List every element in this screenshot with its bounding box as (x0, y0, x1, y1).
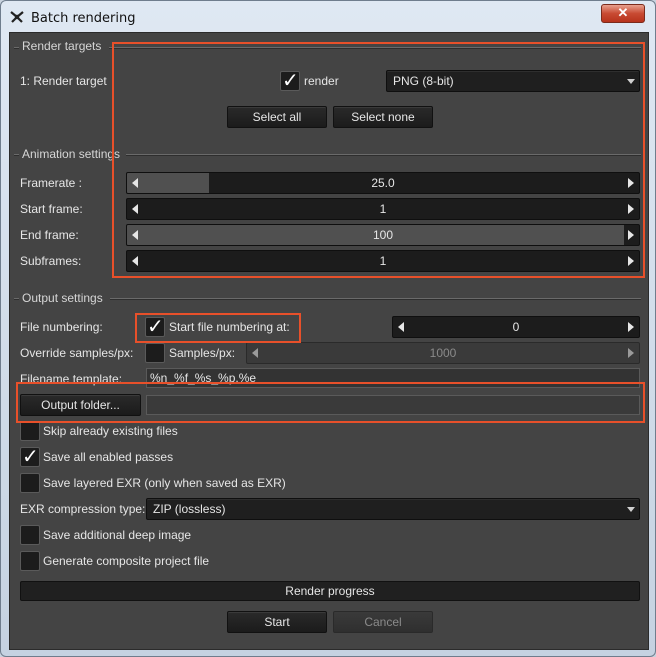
save-passes-label: Save all enabled passes (43, 450, 174, 464)
cancel-button[interactable]: Cancel (333, 611, 433, 633)
highlight-box (16, 382, 645, 423)
override-samples-checkbox[interactable] (145, 343, 165, 363)
render-target-label: 1: Render target (20, 74, 107, 88)
batch-rendering-window: Batch rendering ✕ Render targets 1: Rend… (0, 0, 656, 657)
render-progress-bar: Render progress (20, 581, 640, 601)
start-frame-label: Start frame: (20, 202, 83, 216)
deep-image-label: Save additional deep image (43, 528, 192, 542)
close-button[interactable]: ✕ (601, 4, 645, 23)
render-progress-label: Render progress (285, 584, 375, 598)
section-divider (110, 298, 641, 300)
composite-project-checkbox[interactable] (20, 551, 40, 571)
start-button[interactable]: Start (227, 611, 327, 633)
end-frame-label: End frame: (20, 228, 79, 242)
chevron-down-icon (627, 507, 635, 512)
exr-compression-label: EXR compression type: (20, 502, 146, 516)
arrow-left-icon[interactable] (398, 322, 404, 332)
save-layered-exr-label: Save layered EXR (only when saved as EXR… (43, 476, 286, 490)
override-samples-label: Override samples/px: (20, 346, 134, 360)
title-bar: Batch rendering ✕ (1, 1, 655, 35)
samples-px-value: 1000 (429, 346, 457, 360)
skip-existing-label: Skip already existing files (43, 424, 178, 438)
octane-logo-icon (10, 11, 24, 23)
exr-compression-value: ZIP (lossless) (153, 502, 226, 516)
section-divider (14, 154, 19, 156)
arrow-right-icon[interactable] (628, 348, 634, 358)
section-divider (14, 47, 19, 49)
highlight-box (112, 42, 645, 278)
animation-settings-heading: Animation settings (22, 147, 121, 161)
render-targets-heading: Render targets (22, 39, 102, 53)
file-numbering-label: File numbering: (20, 320, 103, 334)
arrow-left-icon[interactable] (252, 348, 258, 358)
save-passes-checkbox[interactable]: ✓ (20, 444, 40, 468)
start-numbering-slider[interactable]: 0 (392, 316, 640, 338)
skip-existing-checkbox[interactable] (20, 421, 40, 441)
start-numbering-value: 0 (512, 320, 520, 334)
composite-project-label: Generate composite project file (43, 554, 210, 568)
framerate-label: Framerate : (20, 176, 83, 190)
checkmark-icon: ✓ (22, 444, 39, 468)
deep-image-checkbox[interactable] (20, 525, 40, 545)
samples-px-label: Samples/px: (169, 346, 236, 360)
window-title: Batch rendering (31, 11, 136, 26)
exr-compression-dropdown[interactable]: ZIP (lossless) (146, 498, 640, 520)
save-layered-exr-checkbox[interactable] (20, 473, 40, 493)
dialog-body: Render targets 1: Render target ✓ render… (9, 32, 649, 650)
highlight-box (135, 313, 301, 343)
samples-px-slider[interactable]: 1000 (246, 342, 640, 364)
close-icon: ✕ (617, 5, 629, 20)
section-divider (14, 298, 19, 300)
arrow-right-icon[interactable] (628, 322, 634, 332)
output-settings-heading: Output settings (22, 291, 103, 305)
subframes-label: Subframes: (20, 254, 82, 268)
